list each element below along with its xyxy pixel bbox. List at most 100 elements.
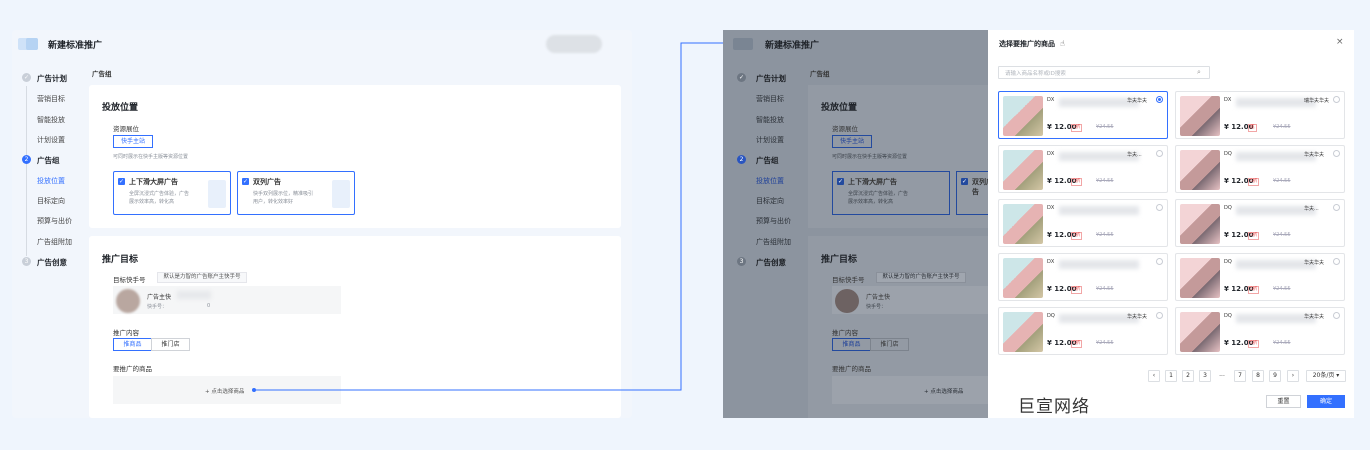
- close-icon[interactable]: ×: [1336, 37, 1344, 47]
- nav-step-plan: 广告计划: [756, 74, 786, 83]
- product-thumbnail: [1003, 204, 1043, 244]
- product-card[interactable]: DX ¥ 12.00 5折 ¥24.55: [998, 253, 1168, 301]
- product-thumbnail: [1180, 312, 1220, 352]
- product-thumbnail: [1180, 204, 1220, 244]
- account-default-note: 默认是力智的广告账户主快手号: [876, 272, 966, 283]
- next-page-button[interactable]: ›: [1287, 370, 1299, 382]
- nav-step-creative: 广告创意: [756, 258, 786, 267]
- product-code: DX: [1047, 259, 1055, 265]
- target-card-dim: 推广目标 目标快手号 默认是力智的广告账户主快手号 广告主快 快手号： 推广内容…: [808, 236, 988, 418]
- radio-button[interactable]: [1333, 96, 1340, 103]
- product-code: DX: [1224, 97, 1232, 103]
- product-card[interactable]: DQ 华夫... ¥ 12.00 5折 ¥24.55: [1175, 199, 1345, 247]
- step-3-marker: 3: [737, 257, 746, 266]
- product-card[interactable]: DQ 华夫华夫 ¥ 12.00 5折 ¥24.55: [1175, 253, 1345, 301]
- section-title-target: 推广目标: [821, 255, 858, 265]
- radio-button[interactable]: [1156, 96, 1163, 103]
- checkbox-checked-icon: ✓: [961, 178, 968, 185]
- discount-tag: 5折: [1248, 286, 1260, 294]
- page-button[interactable]: 9: [1269, 370, 1281, 382]
- product-card[interactable]: DX 华夫华夫 ¥ 12.00 5折 ¥24.55: [998, 91, 1168, 139]
- confirm-button[interactable]: 确定: [1307, 395, 1345, 408]
- radio-button[interactable]: [1156, 204, 1163, 211]
- product-name-tail: 华夫...: [1127, 152, 1142, 158]
- tab-goods: 推商品: [832, 338, 871, 351]
- search-icon[interactable]: ⌕: [1197, 68, 1201, 77]
- radio-button[interactable]: [1333, 258, 1340, 265]
- product-name-blur: [1059, 206, 1139, 215]
- product-name-blur: [1059, 260, 1139, 269]
- account-avatar: [835, 289, 859, 313]
- page-button[interactable]: 3: [1199, 370, 1211, 382]
- tab-store: 推门店: [870, 338, 909, 351]
- resource-button: 快手主站: [832, 135, 872, 148]
- product-thumbnail: [1180, 150, 1220, 190]
- radio-button[interactable]: [1156, 150, 1163, 157]
- drawer-title: 选择要推广的商品: [999, 40, 1055, 48]
- nav-item-budget: 预算与出价: [756, 217, 791, 225]
- product-name-tail: 瑞华夫华夫: [1304, 98, 1330, 104]
- resource-hint: 可同时展示在快手主版等资源位置: [832, 154, 908, 160]
- nav-item-smart: 智能投放: [756, 116, 784, 124]
- account-card: 广告主快 快手号：: [832, 286, 988, 314]
- product-card[interactable]: DX ¥ 12.00 5折 ¥24.55: [998, 199, 1168, 247]
- nav-item-placement: 投放位置: [756, 177, 784, 185]
- account-name: 广告主快: [866, 294, 891, 301]
- page-button[interactable]: 1: [1165, 370, 1177, 382]
- radio-button[interactable]: [1333, 204, 1340, 211]
- product-name-tail: 华夫华夫: [1127, 98, 1148, 104]
- original-price: ¥24.55: [1273, 232, 1291, 238]
- original-price: ¥24.55: [1096, 232, 1114, 238]
- product-code: DQ: [1224, 205, 1232, 211]
- option-desc: 展示效率高，转化高: [848, 199, 894, 205]
- radio-button[interactable]: [1156, 312, 1163, 319]
- discount-tag: 5折: [1248, 178, 1260, 186]
- discount-tag: 5折: [1071, 286, 1083, 294]
- section-title-placement: 投放位置: [821, 103, 858, 113]
- goods-picker: + 点击选择商品: [832, 376, 988, 404]
- watermark: 巨宣网络: [1018, 397, 1090, 417]
- nav-item-plan-settings: 计划设置: [756, 136, 784, 144]
- radio-button[interactable]: [1156, 258, 1163, 265]
- product-card[interactable]: DX 瑞华夫华夫 ¥ 12.00 底 ¥24.55: [1175, 91, 1345, 139]
- option-fullscreen-ad: ✓ 上下滑大屏广告 全屏沉浸式广告体验，广告 展示效率高，转化高: [832, 171, 950, 215]
- original-price: ¥24.55: [1273, 286, 1291, 292]
- original-price: ¥24.55: [1096, 178, 1114, 184]
- nav-item-targeting: 目标定向: [756, 197, 784, 205]
- product-code: DQ: [1224, 313, 1232, 319]
- breadcrumb: 广告组: [810, 70, 830, 78]
- product-thumbnail: [1003, 150, 1043, 190]
- page-button[interactable]: 7: [1234, 370, 1246, 382]
- product-code: DX: [1047, 97, 1055, 103]
- product-name-tail: 华夫...: [1304, 206, 1319, 212]
- product-code: DX: [1047, 205, 1055, 211]
- prev-page-button[interactable]: ‹: [1148, 370, 1160, 382]
- radio-button[interactable]: [1333, 150, 1340, 157]
- page-title: 新建标准推广: [765, 41, 820, 51]
- product-card[interactable]: DQ 华夫华夫 ¥ 12.00 5折 ¥24.55: [1175, 307, 1345, 355]
- product-thumbnail: [1003, 96, 1043, 136]
- original-price: ¥24.55: [1273, 178, 1291, 184]
- page-size-select[interactable]: 20条/页 ▾: [1306, 370, 1346, 382]
- product-card[interactable]: DQ 华夫华夫 ¥ 12.00 5折 ¥24.55: [1175, 145, 1345, 193]
- product-code: DQ: [1224, 259, 1232, 265]
- page-button[interactable]: 8: [1252, 370, 1264, 382]
- reset-button[interactable]: 重置: [1266, 395, 1301, 408]
- product-card[interactable]: DQ 华夫华夫 ¥ 12.00 5折 ¥24.55: [998, 307, 1168, 355]
- search-input[interactable]: 请输入商品名称或ID搜索 ⌕: [998, 66, 1210, 79]
- content-label: 推广内容: [832, 329, 858, 337]
- product-code: DQ: [1047, 313, 1055, 319]
- discount-tag: 5折: [1071, 124, 1083, 132]
- page-button[interactable]: 2: [1182, 370, 1194, 382]
- step-2-marker: 2: [737, 155, 746, 164]
- product-card[interactable]: DX 华夫... ¥ 12.00 5折 ¥24.55: [998, 145, 1168, 193]
- search-placeholder: 请输入商品名称或ID搜索: [1005, 71, 1066, 77]
- product-thumbnail: [1003, 258, 1043, 298]
- original-price: ¥24.55: [1096, 286, 1114, 292]
- original-price: ¥24.55: [1096, 340, 1114, 346]
- nav-step-adgroup: 广告组: [756, 156, 779, 165]
- radio-button[interactable]: [1333, 312, 1340, 319]
- product-name-tail: 华夫华夫: [1304, 314, 1325, 320]
- cursor-hand-icon: ☝: [1060, 39, 1065, 48]
- nav-item-goal: 营销目标: [756, 95, 784, 103]
